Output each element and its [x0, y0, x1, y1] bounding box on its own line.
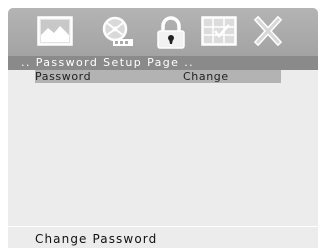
menu-item-password[interactable]: Password Change	[35, 70, 281, 83]
film-reel-icon[interactable]	[100, 16, 136, 48]
lock-icon[interactable]	[153, 16, 189, 50]
status-divider	[8, 226, 318, 227]
grid-checkbox-icon[interactable]	[201, 16, 237, 46]
setup-toolbar	[8, 8, 318, 56]
menu-item-value[interactable]: Change	[183, 70, 229, 83]
status-text: Change Password	[35, 232, 158, 246]
menu-item-label: Password	[35, 70, 92, 83]
picture-icon[interactable]	[37, 16, 73, 46]
page-title: .. Password Setup Page ..	[21, 56, 194, 69]
osd-setup-window: .. Password Setup Page .. Password Chang…	[8, 8, 318, 248]
menu-content-area	[8, 83, 318, 226]
page-title-bar: .. Password Setup Page ..	[8, 56, 318, 70]
close-x-icon[interactable]	[252, 16, 284, 46]
